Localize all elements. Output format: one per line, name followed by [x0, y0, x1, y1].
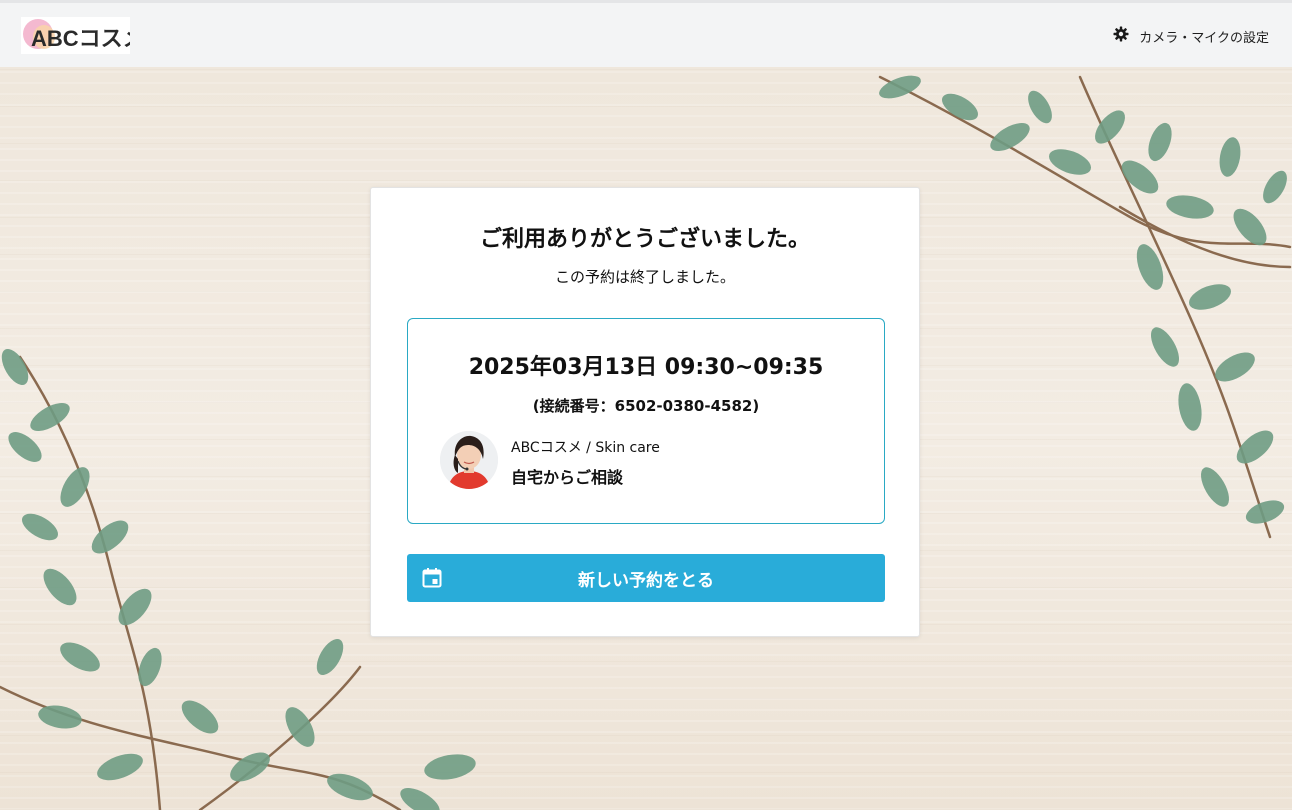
brand-logo[interactable]: ABCコスメ: [21, 17, 130, 54]
gear-icon: [1113, 26, 1129, 46]
thank-you-title: ご利用ありがとうございました。: [479, 227, 810, 252]
staff-shop-category: ABCコスメ / Skin care: [511, 440, 660, 456]
new-reservation-label: 新しい予約をとる: [578, 570, 714, 591]
staff-avatar: [440, 431, 498, 489]
camera-mic-settings-button[interactable]: カメラ・マイクの設定: [1113, 26, 1269, 46]
reservation-ended-text: この予約は終了しました。: [554, 268, 735, 286]
logo-text: ABCコスメ: [31, 26, 130, 51]
reservation-info-box: 2025年03月13日 09:30~09:35 (接続番号：6502-0380-…: [407, 318, 885, 524]
settings-label: カメラ・マイクの設定: [1139, 30, 1269, 46]
consultation-plan: 自宅からご相談: [511, 468, 624, 487]
calendar-icon: [422, 567, 442, 589]
completion-card: ご利用ありがとうございました。 この予約は終了しました。 2025年03月13日…: [370, 187, 920, 637]
reservation-datetime: 2025年03月13日 09:30~09:35: [468, 355, 824, 380]
connection-number: (接続番号：6502-0380-4582): [532, 397, 760, 415]
new-reservation-button[interactable]: 新しい予約をとる: [407, 554, 885, 602]
top-header: ABCコスメ カメラ・マイクの設定: [0, 0, 1292, 67]
